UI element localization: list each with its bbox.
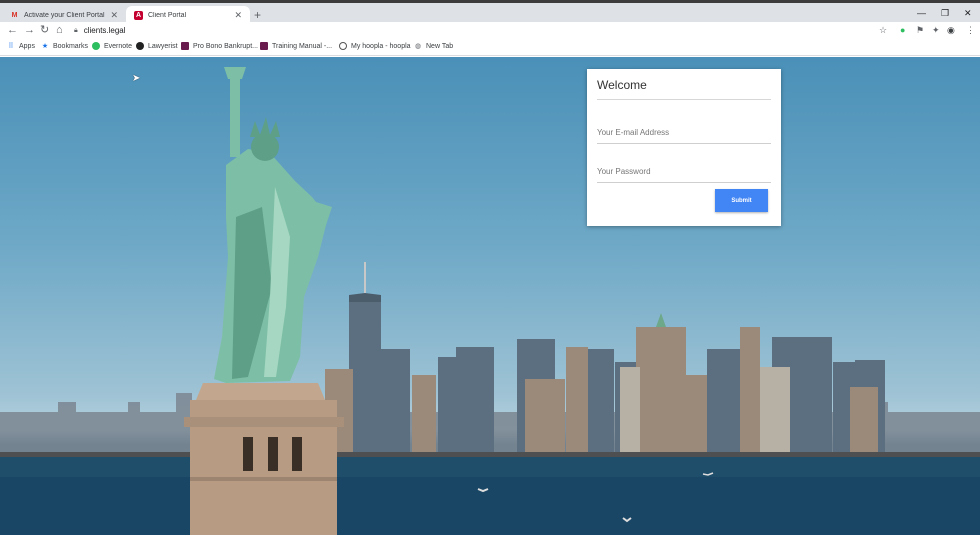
- bookmark-label: Bookmarks: [53, 42, 89, 50]
- close-window-icon[interactable]: ✕: [964, 8, 972, 19]
- bookmark-pro-bono[interactable]: Pro Bono Bankrupt...: [181, 42, 258, 50]
- bookmark-page-icon: [181, 42, 189, 50]
- lawyerist-icon: [136, 42, 144, 50]
- tab-strip: M Activate your Client Portal accou ✕ A …: [0, 0, 980, 25]
- home-icon[interactable]: ⌂: [56, 24, 63, 36]
- bookmark-bookmarks[interactable]: ★ Bookmarks: [41, 42, 89, 51]
- close-tab-icon[interactable]: ✕: [110, 10, 118, 21]
- reload-icon[interactable]: ↻: [40, 24, 49, 36]
- bookmark-evernote[interactable]: Evernote: [92, 42, 132, 50]
- flag-extension-icon[interactable]: ⚑: [916, 25, 924, 35]
- angular-icon: A: [134, 11, 143, 20]
- bookmark-training-manual[interactable]: Training Manual -...: [260, 42, 332, 50]
- password-field[interactable]: [597, 161, 771, 183]
- menu-kebab-icon[interactable]: ⋮: [966, 25, 975, 35]
- mouse-cursor-icon: ➤: [132, 73, 141, 84]
- address-bar[interactable]: 🔒︎ clients.legal: [74, 23, 894, 38]
- minimize-icon[interactable]: —: [917, 8, 926, 18]
- bookmark-label: New Tab: [426, 42, 454, 50]
- title-divider: [597, 99, 771, 100]
- bookmark-new-tab[interactable]: ◍ New Tab: [414, 42, 454, 51]
- tab-title: Client Portal: [148, 12, 187, 19]
- bookmark-label: Lawyerist: [148, 42, 178, 50]
- browser-toolbar: ← → ↻ ⌂ 🔒︎ clients.legal ☆ ● ⚑ ✦ ◉ ⋮: [0, 22, 980, 39]
- evernote-extension-icon[interactable]: ●: [900, 25, 905, 35]
- page-background: ➤ Welcome Submit: [0, 57, 980, 535]
- tab-title: Activate your Client Portal accou: [24, 12, 106, 19]
- bookmark-label: Evernote: [104, 42, 133, 50]
- hoopla-icon: [339, 42, 347, 50]
- extensions-puzzle-icon[interactable]: ✦: [932, 25, 940, 35]
- globe-icon: ◍: [414, 43, 422, 50]
- restore-icon[interactable]: ❐: [941, 8, 949, 19]
- apps-grid-icon: ⠿: [8, 43, 14, 50]
- new-york-skyline-image: [0, 67, 980, 535]
- bookmark-label: My hoopla - hoopla: [351, 42, 411, 50]
- close-tab-icon[interactable]: ✕: [234, 10, 242, 21]
- welcome-title: Welcome: [597, 78, 647, 92]
- address-text: clients.legal: [83, 26, 126, 35]
- bookmark-label: Apps: [19, 42, 35, 50]
- lock-icon: 🔒︎: [74, 26, 78, 34]
- bookmark-page-icon: [260, 42, 268, 50]
- profile-avatar[interactable]: ◉: [947, 25, 955, 35]
- bookmarks-bar: ⠿ Apps ★ Bookmarks Evernote Lawyerist Pr…: [0, 39, 980, 56]
- bookmark-apps[interactable]: ⠿ Apps: [7, 42, 35, 51]
- login-card: Welcome Submit: [587, 69, 781, 226]
- forward-icon[interactable]: →: [24, 24, 35, 36]
- back-icon[interactable]: ←: [7, 24, 18, 36]
- evernote-icon: [92, 42, 100, 50]
- bookmark-lawyerist[interactable]: Lawyerist: [136, 42, 178, 50]
- bookmark-hoopla[interactable]: My hoopla - hoopla: [339, 42, 411, 50]
- gmail-icon: M: [11, 12, 18, 19]
- submit-button[interactable]: Submit: [715, 189, 768, 212]
- star-icon: ★: [41, 43, 49, 50]
- bookmark-label: Pro Bono Bankrupt...: [193, 42, 258, 50]
- email-field[interactable]: [597, 122, 771, 144]
- bookmark-star-icon[interactable]: ☆: [879, 25, 887, 35]
- new-tab-button[interactable]: +: [254, 8, 261, 22]
- bookmark-label: Training Manual -...: [272, 42, 333, 50]
